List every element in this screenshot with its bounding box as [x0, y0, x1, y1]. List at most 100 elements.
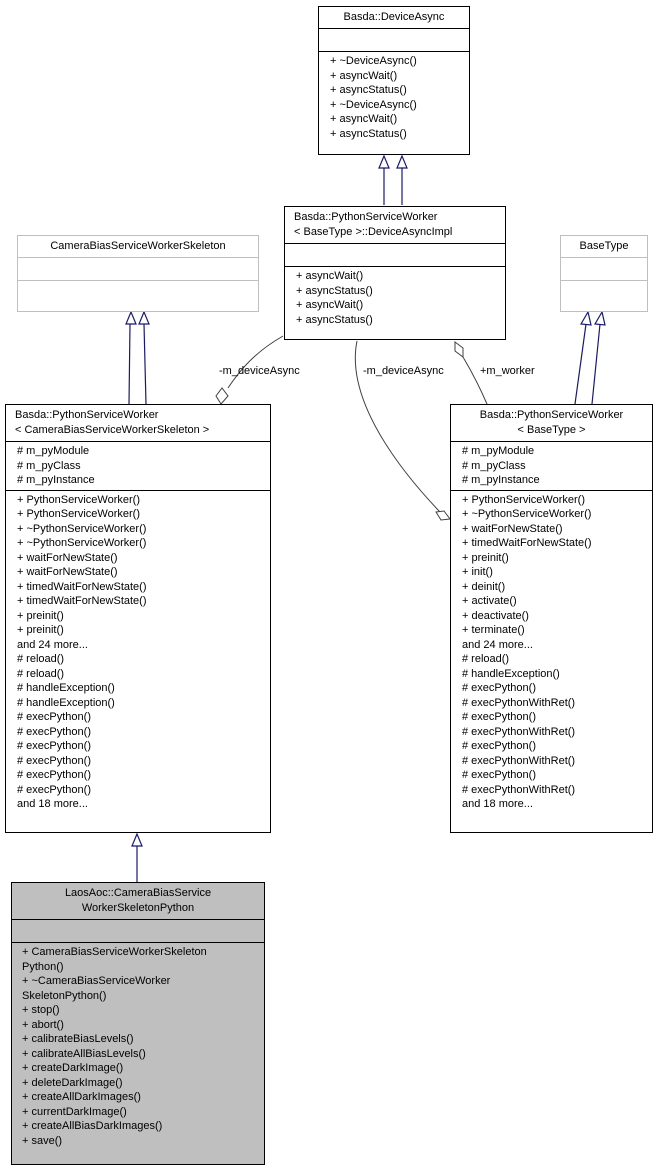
- inheritance-edge-laos-to-pswskeleton: [131, 832, 143, 882]
- edge-label-left-device-async: -m_deviceAsync: [219, 365, 300, 377]
- method: + ~DeviceAsync(): [330, 98, 417, 111]
- edge-label-worker: +m_worker: [480, 365, 535, 377]
- method: # execPythonWithRet(): [462, 725, 576, 738]
- method: # execPythonWithRet(): [462, 783, 576, 796]
- methods-section: + ~DeviceAsync() + asyncWait() + asyncSt…: [319, 52, 469, 143]
- method: + currentDarkImage(): [22, 1105, 127, 1118]
- class-base-type[interactable]: BaseType: [560, 235, 648, 312]
- method: + ~PythonServiceWorker(): [17, 522, 147, 535]
- class-title: Basda::PythonServiceWorker < CameraBiasS…: [6, 405, 270, 442]
- attributes-section: # m_pyModule # m_pyClass # m_pyInstance: [451, 442, 652, 491]
- class-camera-bias-service-worker-skeleton-python[interactable]: LaosAoc::CameraBiasService WorkerSkeleto…: [11, 882, 265, 1165]
- methods-section: + asyncWait() + asyncStatus() + asyncWai…: [285, 267, 505, 329]
- method: + deleteDarkImage(): [22, 1076, 123, 1089]
- method: + CameraBiasServiceWorkerSkeleton: [22, 946, 207, 958]
- method: + calibrateBiasLevels(): [22, 1033, 134, 1045]
- method: + createDarkImage(): [22, 1062, 124, 1074]
- method: SkeletonPython(): [22, 989, 107, 1002]
- attribute: # m_pyModule: [462, 445, 535, 457]
- method: + timedWaitForNewState(): [17, 595, 147, 607]
- method: + asyncWait(): [330, 69, 398, 82]
- more-methods-link[interactable]: and 24 more...: [462, 638, 648, 653]
- method: # execPython(): [462, 682, 536, 694]
- class-title: LaosAoc::CameraBiasService WorkerSkeleto…: [12, 883, 264, 920]
- method: + timedWaitForNewState(): [462, 537, 592, 549]
- method: # handleException(): [17, 696, 115, 709]
- method: # execPython(): [462, 740, 536, 752]
- class-python-service-worker-basetype[interactable]: Basda::PythonServiceWorker < BaseType > …: [450, 404, 653, 833]
- method: # execPython(): [17, 711, 91, 723]
- method: # execPython(): [462, 711, 536, 723]
- methods-section: + PythonServiceWorker() + PythonServiceW…: [6, 491, 270, 814]
- edge-label-right-device-async: -m_deviceAsync: [363, 365, 444, 377]
- attribute: # m_pyInstance: [17, 474, 95, 486]
- method: # execPython(): [17, 754, 91, 767]
- method: + asyncStatus(): [296, 284, 373, 297]
- method: + stop(): [22, 1004, 60, 1016]
- method: + ~CameraBiasServiceWorker: [22, 975, 171, 987]
- method: # execPython(): [17, 769, 91, 781]
- method: + init(): [462, 566, 493, 578]
- method: + ~DeviceAsync(): [330, 55, 417, 67]
- method: + asyncStatus(): [330, 127, 407, 140]
- attributes-section: [561, 258, 647, 281]
- method: + asyncStatus(): [330, 84, 407, 96]
- method: + deactivate(): [462, 609, 529, 622]
- method: + asyncWait(): [330, 113, 398, 125]
- method: # execPython(): [17, 725, 91, 738]
- attribute: # m_pyClass: [462, 459, 526, 472]
- method: + PythonServiceWorker(): [17, 508, 140, 520]
- attribute: # m_pyModule: [17, 445, 90, 457]
- method: # execPythonWithRet(): [462, 696, 576, 709]
- method: + PythonServiceWorker(): [462, 493, 585, 506]
- method: + save(): [22, 1134, 63, 1147]
- method: # execPython(): [17, 783, 91, 796]
- inheritance-edge-pswskeleton-to-skeleton: [125, 310, 150, 405]
- class-title: Basda::PythonServiceWorker < BaseType >:…: [285, 207, 505, 244]
- method: + preinit(): [462, 551, 509, 564]
- method: + activate(): [462, 595, 517, 607]
- class-device-async[interactable]: Basda::DeviceAsync + ~DeviceAsync() + as…: [318, 6, 470, 155]
- method: # reload(): [17, 667, 65, 680]
- methods-section: [18, 281, 258, 303]
- more-methods-link[interactable]: and 18 more...: [17, 797, 266, 812]
- class-python-service-worker-skeleton[interactable]: Basda::PythonServiceWorker < CameraBiasS…: [5, 404, 271, 833]
- methods-section: [561, 281, 647, 303]
- method: + ~PythonServiceWorker(): [17, 537, 147, 549]
- more-methods-link[interactable]: and 18 more...: [462, 797, 648, 812]
- method: + ~PythonServiceWorker(): [462, 508, 592, 520]
- method: + createAllBiasDarkImages(): [22, 1120, 163, 1132]
- class-camera-bias-service-worker-skeleton[interactable]: CameraBiasServiceWorkerSkeleton: [17, 235, 259, 312]
- method: + preinit(): [17, 624, 64, 636]
- attribute: # m_pyClass: [17, 459, 81, 472]
- attributes-section: [285, 244, 505, 267]
- attributes-section: [319, 29, 469, 52]
- method: # reload(): [17, 653, 65, 665]
- method: + waitForNewState(): [17, 566, 118, 578]
- inheritance-edge-pswbasetype-to-basetype: [574, 310, 606, 405]
- method: + preinit(): [17, 609, 64, 622]
- method: + waitForNewState(): [17, 551, 118, 564]
- method: + terminate(): [462, 624, 525, 636]
- method: + PythonServiceWorker(): [17, 493, 140, 506]
- method: # execPythonWithRet(): [462, 754, 576, 767]
- class-title: CameraBiasServiceWorkerSkeleton: [18, 236, 258, 258]
- method: # execPython(): [17, 740, 91, 752]
- attributes-section: [12, 920, 264, 943]
- method: # reload(): [462, 653, 510, 665]
- class-title: BaseType: [561, 236, 647, 258]
- method: + waitForNewState(): [462, 522, 563, 535]
- method: + asyncStatus(): [296, 313, 373, 326]
- more-methods-link[interactable]: and 24 more...: [17, 638, 266, 653]
- class-device-async-impl[interactable]: Basda::PythonServiceWorker < BaseType >:…: [284, 206, 506, 340]
- method: # handleException(): [17, 682, 115, 694]
- class-title: Basda::PythonServiceWorker < BaseType >: [451, 405, 652, 442]
- method: + asyncWait(): [296, 299, 364, 311]
- method: + calibrateAllBiasLevels(): [22, 1047, 146, 1060]
- attributes-section: # m_pyModule # m_pyClass # m_pyInstance: [6, 442, 270, 491]
- attributes-section: [18, 258, 258, 281]
- method: # handleException(): [462, 667, 560, 680]
- attribute: # m_pyInstance: [462, 474, 540, 486]
- inheritance-edge-impl-to-deviceasync: [378, 154, 408, 205]
- method: + abort(): [22, 1018, 64, 1031]
